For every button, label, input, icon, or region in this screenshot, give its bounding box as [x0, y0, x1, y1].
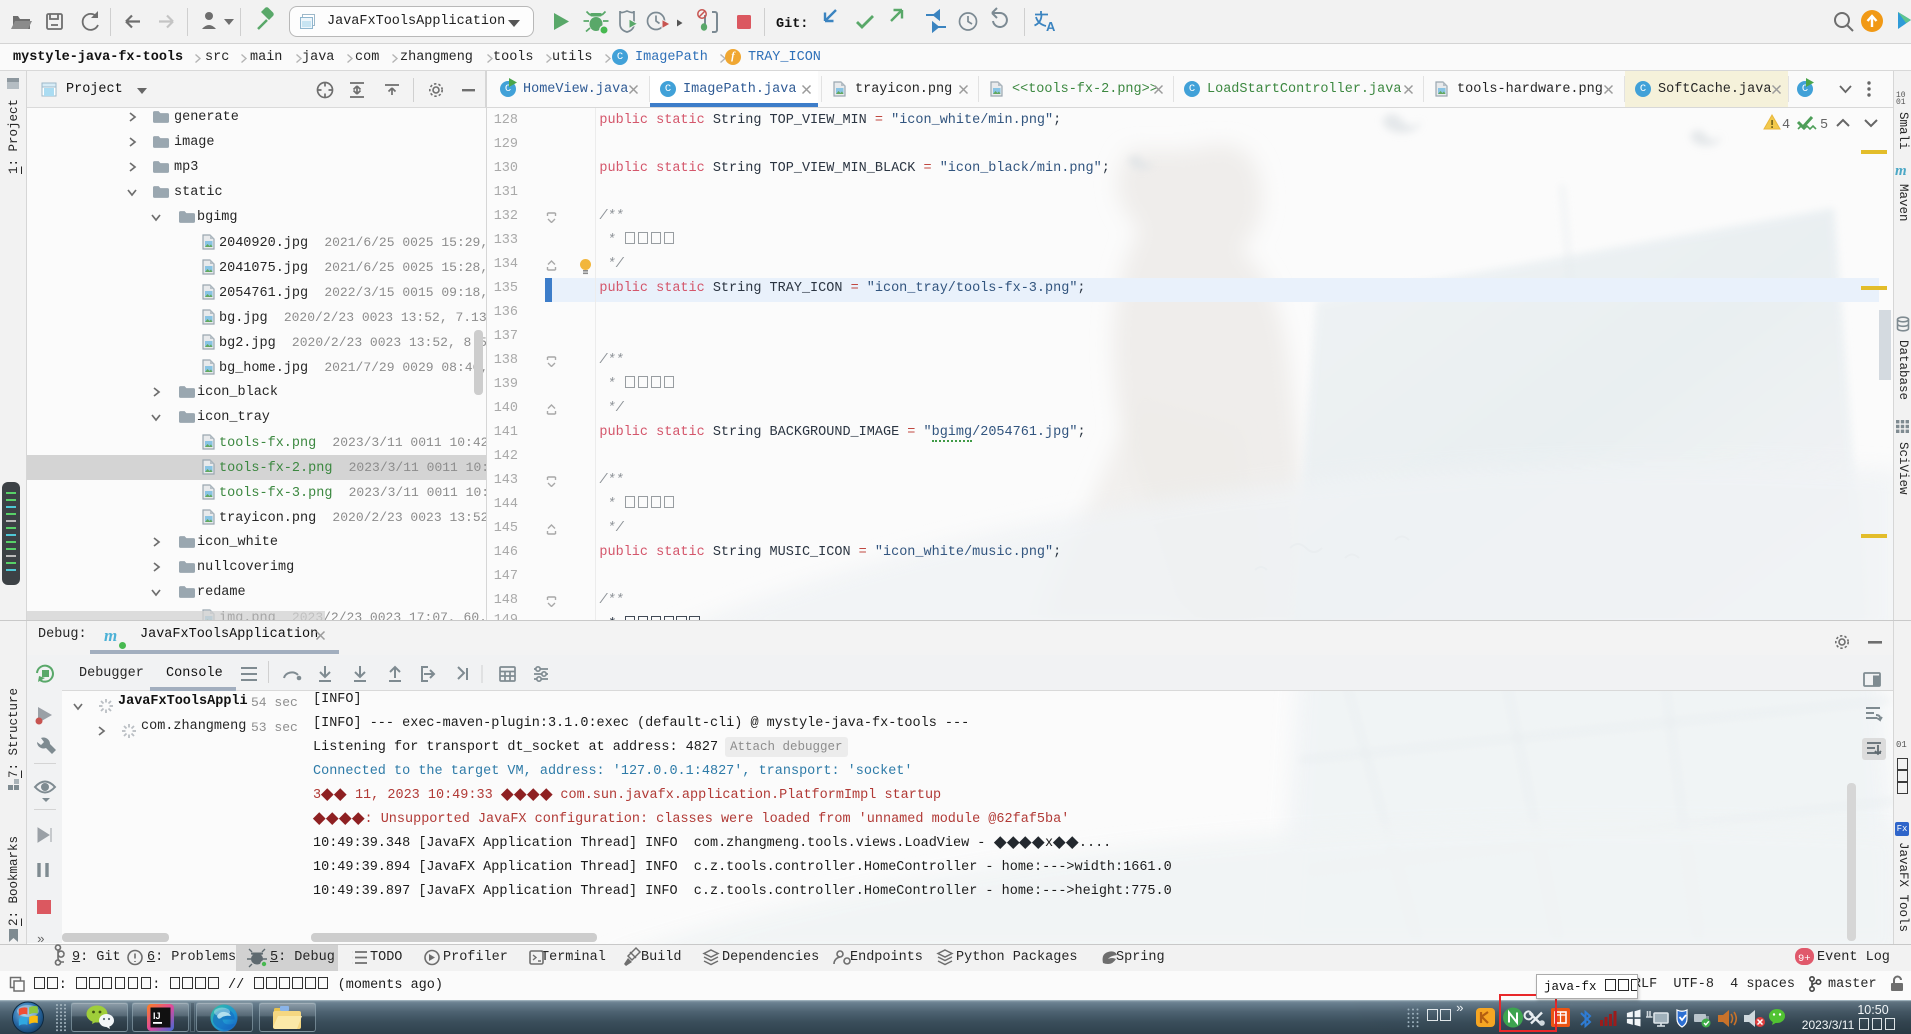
svg-text:Git:: Git:: [776, 17, 808, 32]
svg-text:4: 4: [1782, 118, 1790, 132]
svg-text:9+: 9+: [1798, 953, 1811, 965]
svg-text:A: A: [1046, 19, 1056, 34]
svg-text:IJ: IJ: [153, 1011, 161, 1021]
svg-text:5: 5: [1820, 118, 1828, 132]
